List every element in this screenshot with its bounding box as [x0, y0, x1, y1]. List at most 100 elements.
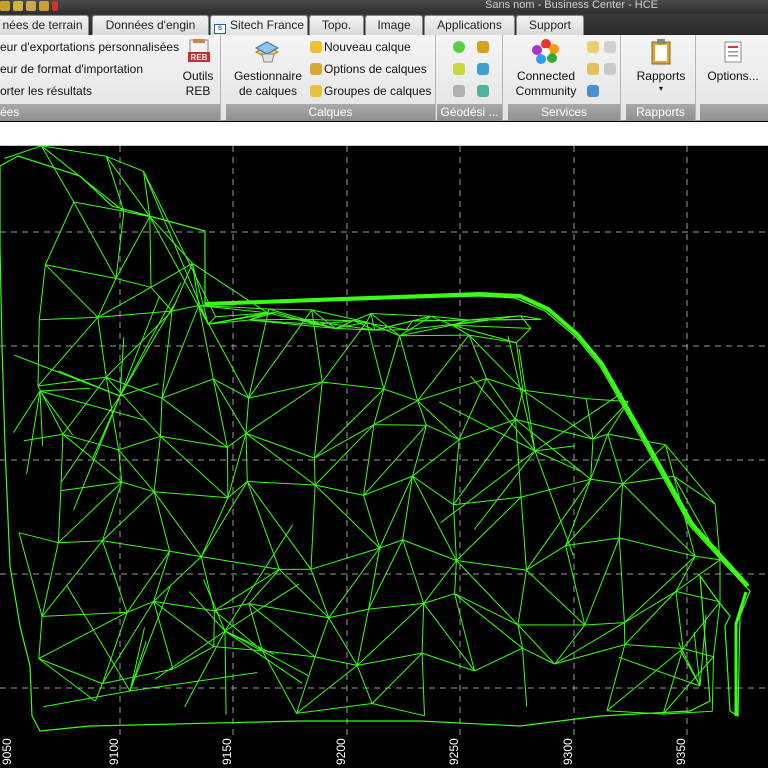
tab-donnees-terrain[interactable]: nées de terrain	[0, 15, 89, 35]
tin-edge	[373, 424, 427, 426]
export-format-editor-button[interactable]: eur d'exportations personnalisées	[0, 40, 179, 54]
geodesy-grid-icon[interactable]	[453, 63, 465, 75]
calques-group-label: Calques	[226, 104, 435, 121]
tin-edge	[373, 400, 418, 426]
tin-edge	[618, 537, 625, 623]
options-button[interactable]: Options...	[700, 69, 766, 84]
cad-plan-view[interactable]: 9050 9100 9150 9200 9250 9300 9350	[0, 146, 768, 768]
tin-edge	[171, 305, 199, 312]
tab-applications[interactable]: Applications	[424, 15, 515, 35]
tin-edge	[421, 653, 425, 716]
tab-image[interactable]: Image	[365, 15, 423, 35]
tin-edge	[172, 646, 215, 670]
x-tick-label: 9350	[674, 738, 688, 765]
service-sync-icon[interactable]	[587, 63, 599, 75]
svg-text:REB: REB	[191, 53, 208, 62]
tin-edge	[675, 590, 721, 603]
new-layer-button[interactable]: Nouveau calque	[324, 40, 411, 54]
x-tick-label: 9200	[334, 738, 348, 765]
tin-edge	[522, 647, 555, 665]
geodesy-network-icon[interactable]	[477, 85, 489, 97]
tin-edge	[314, 617, 330, 658]
tin-edge	[314, 424, 375, 486]
tin-edge	[456, 560, 527, 571]
tin-edge	[154, 491, 228, 499]
tab-sitech-france[interactable]: S Sitech France	[210, 15, 308, 35]
export-results-button[interactable]: orter les résultats	[0, 84, 92, 98]
tin-edge	[97, 310, 173, 318]
tin-edge	[200, 556, 215, 611]
tin-edge	[119, 303, 176, 397]
tin-edge	[402, 539, 457, 561]
quick-access-arrow-icon[interactable]	[13, 1, 23, 11]
tin-edge	[606, 644, 626, 711]
tin-edge	[161, 397, 228, 448]
tin-edge	[154, 630, 226, 680]
surface-boundary	[0, 155, 751, 732]
tin-edge	[121, 481, 155, 493]
layer-options-icon	[310, 63, 322, 75]
tin-edge	[60, 481, 122, 492]
tin-edge	[212, 378, 228, 448]
reports-button[interactable]: Rapports ▾	[626, 69, 696, 94]
tin-edge	[366, 321, 385, 390]
tin-edge	[675, 556, 696, 592]
service-cloud-icon[interactable]	[587, 85, 599, 97]
layer-manager-button[interactable]: Gestionnaire de calques	[228, 69, 308, 99]
tin-edge	[13, 390, 41, 433]
tab-donnees-engin[interactable]: Données d'engin	[92, 15, 209, 35]
tin-edge	[245, 433, 248, 482]
service-monitor-icon[interactable]	[604, 41, 616, 53]
services-group-label: Services	[508, 104, 620, 121]
service-device-icon[interactable]	[604, 63, 616, 75]
tin-edge	[226, 447, 229, 498]
geodesy-point-icon[interactable]	[453, 41, 465, 53]
quick-access-ruler-icon[interactable]	[26, 1, 36, 11]
geodesy-globe-icon[interactable]	[477, 63, 489, 75]
tin-edge	[456, 496, 522, 561]
tin-edge	[526, 545, 566, 571]
tin-edge	[554, 622, 625, 665]
tin-edge	[245, 432, 315, 459]
tin-edge	[37, 319, 40, 387]
tin-edge	[159, 398, 163, 437]
geodesy-settings-icon[interactable]	[453, 85, 465, 97]
tin-edge	[328, 547, 381, 618]
quick-access-pencil-icon[interactable]	[0, 1, 10, 11]
quick-access-flag-icon[interactable]	[39, 1, 49, 11]
tin-edge	[584, 622, 625, 626]
tin-edge	[23, 433, 63, 442]
rapports-group-label: Rapports	[626, 104, 695, 121]
tin-edge	[606, 648, 684, 712]
tin-edge	[520, 497, 527, 571]
tab-support[interactable]: Support	[516, 15, 584, 35]
window-title: Sans nom - Business Center - HCE	[485, 0, 659, 11]
tin-edge	[314, 484, 364, 496]
tin-edge	[115, 216, 151, 279]
tin-edge	[368, 602, 424, 610]
tab-topo[interactable]: Topo.	[309, 15, 364, 35]
quick-access-marker-icon[interactable]	[52, 1, 58, 11]
tin-edge	[208, 312, 268, 325]
tin-edge	[161, 378, 214, 399]
import-format-editor-button[interactable]: eur de format d'importation	[0, 62, 143, 76]
tin-edge	[39, 390, 147, 422]
tin-edge	[322, 381, 384, 390]
tin-edge	[328, 608, 369, 619]
x-tick-label: 9300	[561, 738, 575, 765]
tin-edge	[268, 308, 312, 311]
connected-community-button[interactable]: Connected Community	[508, 69, 584, 99]
tin-edge	[201, 556, 280, 570]
tin-edge	[454, 593, 519, 626]
layer-options-button[interactable]: Options de calques	[324, 62, 427, 76]
outils-reb-button[interactable]: Outils REB	[176, 69, 220, 99]
tin-edge	[94, 683, 103, 702]
reports-clipboard-icon	[651, 39, 671, 65]
tin-edge	[356, 665, 373, 704]
layer-groups-button[interactable]: Groupes de calques	[324, 84, 431, 98]
service-mail-icon[interactable]	[587, 41, 599, 53]
geodesy-transform-icon[interactable]	[477, 41, 489, 53]
tin-edge	[200, 497, 229, 557]
ribbon-tab-row: nées de terrain Données d'engin S Sitech …	[0, 14, 768, 35]
x-tick-label: 9150	[220, 738, 234, 765]
